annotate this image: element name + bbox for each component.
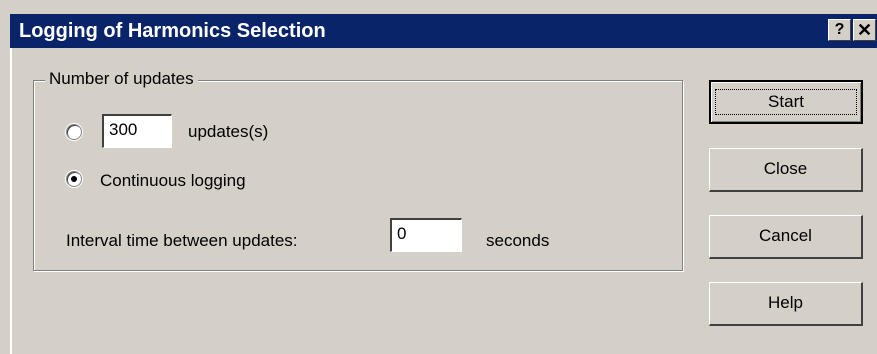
interval-input[interactable]: 0 <box>390 218 462 252</box>
continuous-radio[interactable] <box>66 171 82 187</box>
close-button[interactable]: Close <box>709 148 863 192</box>
window-border <box>10 48 12 354</box>
start-button-label: Start <box>715 89 857 115</box>
interval-label: Interval time between updates: <box>66 231 298 250</box>
dialog-window: Logging of Harmonics Selection ? ✕ Numbe… <box>0 0 877 354</box>
continuous-label: Continuous logging <box>100 171 246 190</box>
updates-unit-label: updates(s) <box>188 122 269 141</box>
update-count-input[interactable]: 300 <box>102 114 172 148</box>
count-radio[interactable] <box>66 124 82 140</box>
help-icon[interactable]: ? <box>828 19 851 41</box>
title-bar[interactable]: Logging of Harmonics Selection ? ✕ <box>10 14 877 48</box>
seconds-label: seconds <box>486 231 550 250</box>
radio-selected-dot <box>71 176 77 182</box>
window-title: Logging of Harmonics Selection <box>19 20 326 42</box>
groupbox-label: Number of updates <box>45 68 198 90</box>
cancel-button[interactable]: Cancel <box>709 215 863 259</box>
help-button[interactable]: Help <box>709 282 863 326</box>
close-icon[interactable]: ✕ <box>853 19 876 41</box>
start-button[interactable]: Start <box>709 80 863 124</box>
